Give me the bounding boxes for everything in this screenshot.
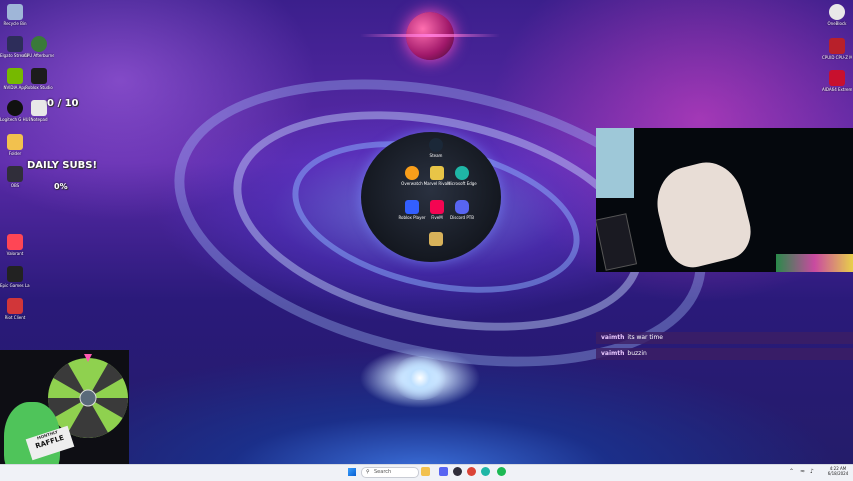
epic-games-icon[interactable]: Epic Games Launcher — [0, 266, 30, 288]
chat-text: its war time — [627, 334, 663, 341]
chat-username: vaimth — [601, 350, 625, 357]
obs-taskbar-icon[interactable] — [453, 467, 462, 476]
bright-star — [390, 356, 450, 400]
phone-device — [596, 213, 638, 271]
webcam-overlay — [596, 128, 853, 272]
roblox-studio-icon[interactable]: Roblox Studio — [24, 68, 54, 90]
app-launcher-orb: Steam Overwatch Marvel Rivals Microsoft … — [361, 132, 501, 262]
chrome-icon[interactable] — [467, 467, 476, 476]
file-explorer-icon[interactable] — [421, 467, 430, 476]
stream-deck-device — [596, 128, 634, 198]
stream-chat: vaimth its war time vaimth buzzin — [596, 332, 853, 364]
wifi-icon[interactable]: ≈ — [800, 468, 805, 475]
chat-text: buzzin — [627, 350, 647, 357]
daily-subs-percent: 0% — [54, 182, 68, 191]
raffle-wheel-panel: MONTHLY RAFFLE — [0, 350, 129, 464]
recycle-bin-icon[interactable]: Recycle Bin — [0, 4, 30, 26]
clock[interactable]: 4:22 AM 6/18/2024 — [826, 466, 850, 476]
edge-icon[interactable]: Microsoft Edge — [445, 166, 479, 186]
steam-icon[interactable]: Steam — [419, 138, 453, 158]
chat-message: vaimth buzzin — [596, 348, 853, 360]
aida64-icon[interactable]: AIDA64 Extreme — [822, 70, 852, 92]
riot-icon[interactable]: Riot Client — [0, 298, 30, 320]
spotify-icon[interactable] — [497, 467, 506, 476]
tray-chevron-icon[interactable]: ⌃ — [789, 468, 794, 475]
clock-date: 6/18/2024 — [827, 471, 849, 476]
search-icon: ⚲ — [366, 469, 370, 475]
folder-icon[interactable]: Folder — [0, 134, 30, 156]
speaker-icon[interactable]: ♪ — [810, 468, 814, 475]
pink-planet-flare — [360, 34, 500, 37]
sub-counter: 0 / 10 — [47, 98, 79, 109]
discord-icon[interactable]: Discord PTB — [445, 200, 479, 220]
chat-message: vaimth its war time — [596, 332, 853, 344]
chat-username: vaimth — [601, 334, 625, 341]
shortcut-icon[interactable] — [419, 232, 453, 247]
daily-subs-label: DAILY SUBS! — [27, 160, 98, 171]
search-box[interactable]: ⚲ Search — [361, 467, 419, 478]
valorant-icon[interactable]: Valorant — [0, 234, 30, 256]
cpuz-icon[interactable]: CPUID CPU-Z MSI — [822, 38, 852, 60]
hand — [649, 155, 757, 272]
discord-taskbar-icon[interactable] — [439, 467, 448, 476]
oneblock-icon[interactable]: OneBlock — [822, 4, 852, 26]
desktop-wallpaper: Recycle Bin Elgato Stream Deck CPU After… — [0, 0, 853, 464]
edge-taskbar-icon[interactable] — [481, 467, 490, 476]
keyboard-edge — [776, 254, 853, 272]
start-button[interactable] — [348, 468, 356, 476]
afterburner-icon[interactable]: CPU Afterburner — [24, 36, 54, 58]
obs-icon[interactable]: OBS — [0, 166, 30, 188]
search-placeholder: Search — [374, 469, 392, 475]
